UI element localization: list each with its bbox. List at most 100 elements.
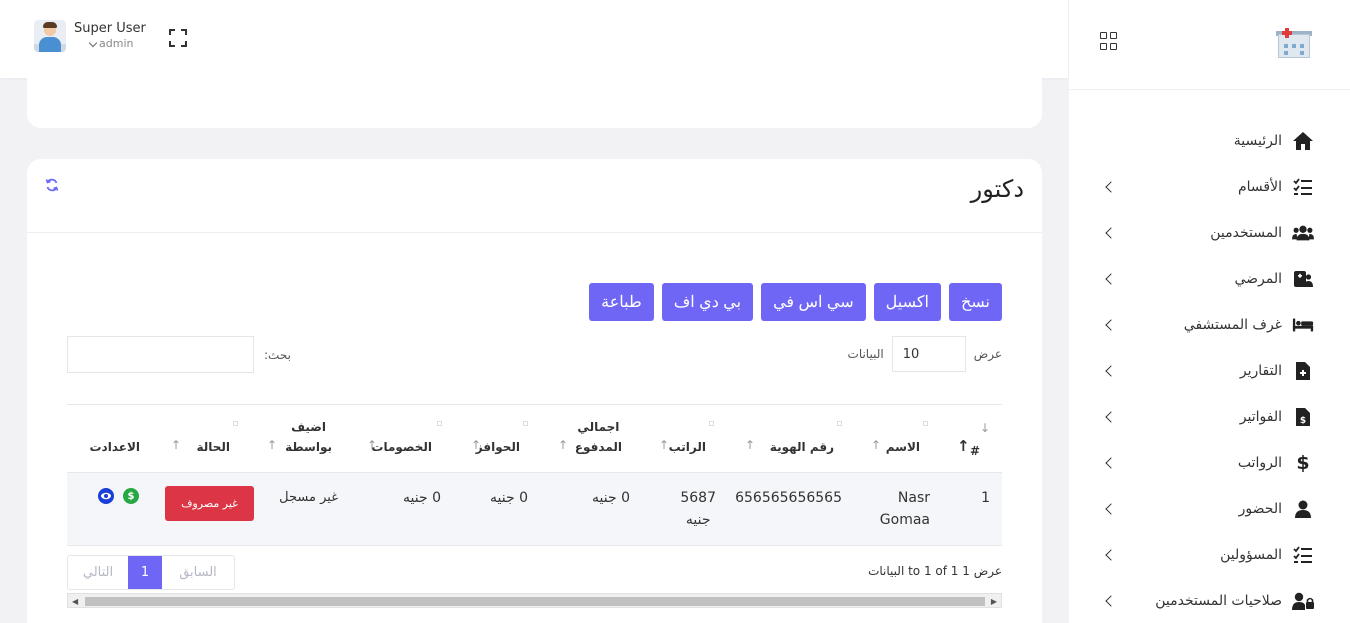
avatar[interactable]	[34, 20, 66, 52]
pay-icon[interactable]: $	[123, 488, 139, 504]
sort-icon[interactable]: ↑	[471, 438, 481, 452]
col-incentives[interactable]: الحوافز	[476, 437, 520, 457]
chevron-left-icon	[1105, 181, 1117, 193]
sort-icon[interactable]: ↑	[171, 438, 181, 452]
sidebar-item-label: الحضور	[1238, 501, 1282, 517]
sort-icon[interactable]: ↑	[367, 438, 377, 452]
scroll-left-icon[interactable]: ◀	[72, 597, 78, 606]
sidebar-item-invoices[interactable]: $ الفواتير	[1069, 394, 1350, 440]
fullscreen-icon[interactable]	[169, 29, 187, 47]
sidebar-item-departments[interactable]: الأقسام	[1069, 164, 1350, 210]
length-prefix: عرض	[973, 347, 1002, 361]
sidebar-item-permissions[interactable]: صلاحيات المستخدمين	[1069, 578, 1350, 623]
sidebar-item-attendance[interactable]: الحضور	[1069, 486, 1350, 532]
csv-button[interactable]: سي اس في	[761, 283, 866, 321]
previous-card	[27, 62, 1042, 128]
sidebar-item-rooms[interactable]: غرف المستشفي	[1069, 302, 1350, 348]
chevron-left-icon	[1105, 457, 1117, 469]
chevron-left-icon	[1105, 595, 1117, 607]
export-buttons: نسخ اكسيل سي اس في بي دي اف طباعة	[589, 283, 1002, 321]
cell-name: Nasr Gomaa	[879, 490, 930, 528]
col-total-paid[interactable]: اجمالي المدفوع	[575, 417, 622, 457]
sidebar-item-label: الرواتب	[1237, 455, 1282, 471]
sidebar-item-label: غرف المستشفي	[1183, 317, 1282, 333]
sort-icon[interactable]: ↑	[871, 438, 881, 452]
user-name: Super User	[74, 21, 146, 36]
length-suffix: البيانات	[847, 347, 884, 361]
length-select[interactable]: 10	[891, 336, 966, 372]
sidebar-item-label: التقارير	[1239, 363, 1282, 379]
scroll-right-icon[interactable]: ▶	[991, 597, 997, 606]
chevron-left-icon	[1105, 549, 1117, 561]
pagination: التالي 1 السابق	[67, 555, 235, 590]
page-length: عرض 10 البيانات	[848, 336, 1002, 372]
sidebar-item-salaries[interactable]: $ الرواتب	[1069, 440, 1350, 486]
chevron-left-icon	[1105, 319, 1117, 331]
sort-icon[interactable]: ↑	[558, 438, 568, 452]
col-num[interactable]: #	[970, 441, 980, 461]
status-badge[interactable]: غير مصروف	[165, 486, 254, 521]
sidebar-item-home[interactable]: الرئيسية	[1069, 118, 1350, 164]
user-role[interactable]: admin	[88, 37, 146, 51]
page-title: دكتور	[970, 175, 1024, 203]
chevron-left-icon	[1105, 503, 1117, 515]
previous-page-button[interactable]: السابق	[162, 556, 234, 589]
search-input[interactable]	[67, 336, 254, 373]
sort-up-icon[interactable]: ↑	[957, 437, 970, 455]
sort-icon[interactable]: ↑	[267, 438, 277, 452]
chevron-left-icon	[1105, 227, 1117, 239]
apps-grid-icon[interactable]	[1100, 32, 1118, 50]
col-salary[interactable]: الراتب	[669, 437, 706, 457]
sidebar-item-label: المستخدمين	[1210, 225, 1282, 241]
svg-text:$: $	[1300, 416, 1306, 426]
cell-num: 1	[981, 490, 990, 506]
cell-salary: 5687 جنيه	[680, 490, 716, 528]
patient-icon	[1292, 269, 1314, 289]
sidebar-item-admins[interactable]: المسؤولين	[1069, 532, 1350, 578]
table-row[interactable]: 1 Nasr Gomaa 656565656565 5687 جنيه 0 جن…	[67, 473, 1002, 546]
copy-button[interactable]: نسخ	[948, 283, 1002, 321]
chevron-left-icon	[1105, 273, 1117, 285]
sidebar-item-patients[interactable]: المرضي	[1069, 256, 1350, 302]
print-button[interactable]: طباعة	[589, 283, 654, 321]
cell-incentives: 0 جنيه	[490, 490, 528, 506]
doctors-card: دكتور نسخ اكسيل سي اس في بي دي اف طباعة …	[27, 159, 1042, 623]
col-status[interactable]: الحالة	[196, 437, 230, 457]
search-label: بحث:	[264, 347, 291, 362]
sort-icon[interactable]: ↑	[659, 438, 669, 452]
sort-down-icon[interactable]: ↓	[980, 421, 990, 435]
col-name[interactable]: الاسم	[886, 437, 920, 457]
user-icon	[1292, 499, 1314, 519]
user-menu[interactable]: Super User admin	[34, 20, 146, 52]
table-header: ↓ # ↑ الاسم ↑ رقم الهوية ↑ الراتب ↑ اجما…	[67, 405, 1002, 473]
sort-icon[interactable]: ↑	[745, 438, 755, 452]
table-info: عرض 1 to 1 of 1 البيانات	[868, 564, 1002, 578]
hospital-logo[interactable]	[1274, 28, 1314, 60]
user-lock-icon	[1292, 591, 1314, 611]
sidebar-item-label: المسؤولين	[1220, 547, 1282, 563]
chevron-left-icon	[1105, 411, 1117, 423]
invoice-icon: $	[1292, 407, 1314, 427]
horizontal-scrollbar[interactable]: ◀ ▶	[67, 593, 1002, 608]
sidebar-nav: الرئيسية الأقسام المستخدمين المرضي غرف ا…	[1069, 118, 1350, 623]
sidebar-item-reports[interactable]: التقارير	[1069, 348, 1350, 394]
home-icon	[1292, 131, 1314, 151]
sidebar-item-label: الرئيسية	[1233, 133, 1282, 149]
search: بحث:	[67, 336, 291, 373]
sidebar-item-users[interactable]: المستخدمين	[1069, 210, 1350, 256]
pdf-button[interactable]: بي دي اف	[661, 283, 754, 321]
col-national-id[interactable]: رقم الهوية	[770, 437, 834, 457]
divider	[27, 232, 1042, 233]
chevron-left-icon	[1105, 365, 1117, 377]
excel-button[interactable]: اكسيل	[873, 283, 941, 321]
refresh-icon[interactable]	[45, 177, 59, 196]
page-1-button[interactable]: 1	[128, 556, 162, 589]
sidebar-item-label: الفواتير	[1239, 409, 1282, 425]
view-eye-icon[interactable]	[98, 488, 114, 504]
col-deductions[interactable]: الخصومات	[371, 437, 432, 457]
scrollbar-thumb[interactable]	[85, 597, 985, 606]
checklist-icon	[1292, 545, 1314, 565]
next-page-button[interactable]: التالي	[68, 556, 128, 589]
col-added-by[interactable]: اضيف بواسطة	[285, 417, 332, 457]
cell-total-paid: 0 جنيه	[592, 490, 630, 506]
